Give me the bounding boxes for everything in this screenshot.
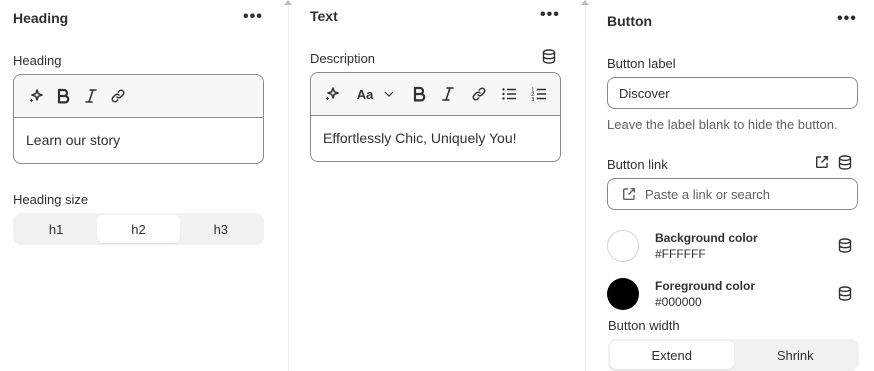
heading-size-h1[interactable]: h1 bbox=[15, 215, 97, 243]
background-color-swatch[interactable] bbox=[607, 230, 639, 262]
heading-size-h2[interactable]: h2 bbox=[97, 215, 180, 243]
button-label-help-text: Leave the label blank to hide the button… bbox=[607, 117, 838, 132]
external-link-icon bbox=[622, 187, 636, 201]
heading-size-h3[interactable]: h3 bbox=[180, 215, 262, 243]
description-rich-text-editor: Aa 123 Effortlessly Chic, Uniquely You! bbox=[310, 72, 561, 162]
dynamic-source-icon[interactable] bbox=[837, 237, 853, 253]
italic-icon[interactable] bbox=[82, 87, 100, 105]
text-panel: Text ••• Description Aa 1 2 3 Effortless… bbox=[297, 0, 577, 371]
rte-toolbar bbox=[14, 75, 263, 118]
rte-toolbar: Aa 123 bbox=[311, 73, 560, 116]
foreground-color-title: Foreground color bbox=[655, 279, 755, 293]
button-link-field-label: Button link bbox=[607, 157, 668, 172]
button-panel: Button ••• Button label Discover Leave t… bbox=[594, 0, 874, 371]
heading-field-label: Heading bbox=[13, 53, 62, 68]
panel-divider bbox=[288, 0, 289, 371]
button-width-selector: Extend Shrink bbox=[608, 339, 859, 371]
dynamic-source-icon[interactable] bbox=[541, 48, 557, 64]
button-width-extend[interactable]: Extend bbox=[610, 341, 734, 369]
dynamic-source-icon[interactable] bbox=[837, 154, 853, 170]
bullet-list-icon[interactable] bbox=[500, 85, 518, 103]
link-icon[interactable] bbox=[470, 85, 488, 103]
heading-panel: Heading ••• Heading Learn our story Head… bbox=[0, 0, 280, 371]
panel-title: Heading bbox=[13, 10, 69, 26]
background-color-hex[interactable]: #FFFFFF bbox=[655, 247, 706, 261]
more-actions-button[interactable]: ••• bbox=[837, 11, 857, 27]
heading-size-label: Heading size bbox=[13, 192, 89, 207]
font-size-glyph: Aa bbox=[356, 86, 374, 102]
dynamic-source-icon[interactable] bbox=[837, 285, 853, 301]
button-width-label: Button width bbox=[608, 318, 680, 333]
foreground-color-swatch[interactable] bbox=[607, 278, 639, 310]
heading-text-value[interactable]: Learn our story bbox=[14, 118, 263, 162]
description-field-label: Description bbox=[310, 51, 376, 66]
button-label-field-label: Button label bbox=[607, 56, 676, 71]
button-label-input[interactable]: Discover bbox=[607, 77, 858, 109]
button-width-shrink[interactable]: Shrink bbox=[734, 341, 858, 369]
bold-icon[interactable] bbox=[410, 85, 428, 103]
foreground-color-hex[interactable]: #000000 bbox=[655, 295, 702, 309]
more-actions-button[interactable]: ••• bbox=[243, 9, 263, 25]
panel-resize-caret[interactable] bbox=[284, 0, 292, 5]
link-icon[interactable] bbox=[109, 87, 127, 105]
bold-icon[interactable] bbox=[54, 87, 72, 105]
panel-divider bbox=[585, 0, 586, 371]
button-link-input[interactable]: Paste a link or search bbox=[607, 178, 858, 210]
chevron-down-icon[interactable] bbox=[383, 85, 395, 103]
ai-sparkle-icon[interactable] bbox=[27, 87, 45, 105]
heading-rich-text-editor: Learn our story bbox=[13, 74, 264, 164]
more-actions-button[interactable]: ••• bbox=[540, 7, 560, 23]
panel-title: Text bbox=[310, 8, 338, 24]
svg-text:3: 3 bbox=[531, 97, 535, 102]
description-text-value[interactable]: Effortlessly Chic, Uniquely You! bbox=[311, 116, 560, 160]
ai-sparkle-icon[interactable] bbox=[323, 85, 341, 103]
italic-icon[interactable] bbox=[439, 85, 457, 103]
panel-title: Button bbox=[607, 13, 653, 29]
background-color-title: Background color bbox=[655, 231, 758, 245]
button-label-value: Discover bbox=[619, 85, 670, 101]
numbered-list-icon[interactable]: 123 bbox=[530, 85, 548, 103]
heading-size-selector: h1 h2 h3 bbox=[13, 213, 264, 245]
panel-resize-caret[interactable] bbox=[581, 0, 589, 5]
button-link-placeholder: Paste a link or search bbox=[645, 186, 771, 202]
font-size-icon[interactable]: Aa bbox=[355, 85, 375, 103]
external-link-icon[interactable] bbox=[814, 154, 830, 170]
